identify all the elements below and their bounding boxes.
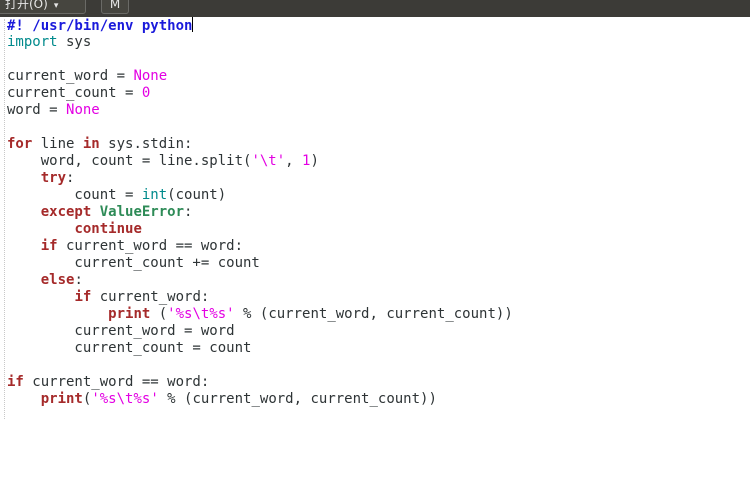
- code-line-11[interactable]: count = int(count): [7, 187, 226, 204]
- code-line-16[interactable]: else:: [7, 272, 83, 289]
- print-keyword: print: [40, 391, 83, 407]
- string-literal: '%s\t%s': [91, 391, 159, 407]
- code-text: current_word == word:: [23, 374, 210, 390]
- code-line-14[interactable]: if current_word == word:: [7, 238, 243, 255]
- none-literal: None: [66, 102, 100, 118]
- code-editor[interactable]: #! /usr/bin/env python import sys curren…: [0, 17, 750, 482]
- if-keyword: if: [40, 238, 58, 254]
- open-label: 打开(O): [5, 0, 48, 11]
- code-text: ,: [285, 153, 303, 169]
- code-line-13[interactable]: continue: [7, 221, 142, 238]
- chevron-down-icon[interactable]: ▾: [54, 1, 59, 11]
- code-text: line: [32, 136, 83, 152]
- code-line-4[interactable]: current_word = None: [7, 68, 167, 85]
- code-line-9[interactable]: word, count = line.split('\t', 1): [7, 153, 319, 170]
- code-text: % (current_word, current_count)): [158, 391, 437, 407]
- menu-label: M: [109, 0, 121, 11]
- except-keyword: except: [40, 204, 92, 220]
- none-literal: None: [133, 68, 168, 84]
- code-line-17[interactable]: if current_word:: [7, 289, 209, 306]
- else-keyword: else: [40, 272, 75, 288]
- code-line-12[interactable]: except ValueError:: [7, 204, 193, 221]
- code-line-22[interactable]: if current_word == word:: [7, 374, 209, 391]
- number-literal: 0: [141, 85, 151, 101]
- code-line-23[interactable]: print('%s\t%s' % (current_word, current_…: [7, 391, 437, 408]
- try-keyword: try: [40, 170, 67, 186]
- code-text: (: [150, 306, 168, 322]
- code-text: current_count = count: [7, 340, 252, 356]
- text-cursor: [192, 17, 194, 32]
- code-text: ): [310, 153, 319, 169]
- fold-guide: [4, 19, 5, 419]
- print-keyword: print: [108, 306, 151, 322]
- code-text: :: [66, 170, 75, 186]
- for-keyword: for: [7, 136, 33, 152]
- code-line-20[interactable]: current_count = count: [7, 340, 251, 357]
- code-line-15[interactable]: current_count += count: [7, 255, 260, 272]
- code-text: current_count += count: [7, 255, 260, 271]
- code-line-6[interactable]: word = None: [7, 102, 100, 119]
- module-name: sys: [57, 34, 92, 50]
- code-text: word =: [7, 102, 67, 118]
- code-line-19[interactable]: current_word = word: [7, 323, 235, 340]
- code-line-1[interactable]: #! /usr/bin/env python: [7, 17, 194, 34]
- open-button[interactable]: 打开(O) ▾: [0, 0, 86, 14]
- builtin-int: int: [141, 187, 168, 203]
- string-literal: '%s\t%s': [167, 306, 235, 322]
- menu-button[interactable]: M: [101, 0, 129, 14]
- import-keyword: import: [7, 34, 58, 50]
- editor-toolbar: 打开(O) ▾ M: [0, 0, 750, 17]
- code-text: word, count = line.split(: [7, 153, 252, 169]
- code-text: % (current_word, current_count)): [234, 306, 513, 322]
- in-keyword: in: [82, 136, 100, 152]
- code-text: current_word =: [7, 68, 134, 84]
- exception-type: ValueError: [99, 204, 185, 220]
- code-text: (count): [167, 187, 227, 203]
- code-text: :: [184, 204, 193, 220]
- code-text: current_word == word:: [57, 238, 244, 254]
- code-line-8[interactable]: for line in sys.stdin:: [7, 136, 192, 153]
- code-text: current_count =: [7, 85, 142, 101]
- continue-keyword: continue: [74, 221, 142, 237]
- if-keyword: if: [74, 289, 92, 305]
- string-literal: '\t': [251, 153, 286, 169]
- code-line-18[interactable]: print ('%s\t%s' % (current_word, current…: [7, 306, 513, 323]
- shebang: #! /usr/bin/env python: [7, 18, 193, 34]
- code-line-2[interactable]: import sys: [7, 34, 91, 51]
- code-line-10[interactable]: try:: [7, 170, 75, 187]
- code-line-5[interactable]: current_count = 0: [7, 85, 150, 102]
- code-text: current_word:: [91, 289, 210, 305]
- code-text: sys.stdin:: [99, 136, 193, 152]
- code-text: :: [74, 272, 83, 288]
- if-keyword: if: [7, 374, 24, 390]
- code-text: current_word = word: [7, 323, 235, 339]
- code-text: count =: [7, 187, 142, 203]
